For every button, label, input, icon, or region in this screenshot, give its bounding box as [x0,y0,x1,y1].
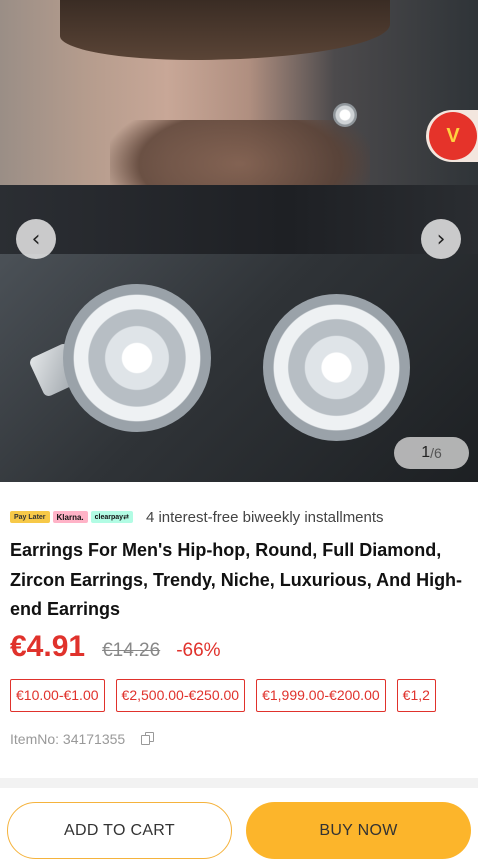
store-logo-icon: V [429,112,477,160]
gallery-next-button[interactable]: › [421,219,461,259]
original-price: €14.26 [102,640,161,661]
earring-on-ear [333,103,357,127]
coupon[interactable]: €10.00-€1.00 [10,679,105,712]
gallery-prev-button[interactable]: ‹ [16,219,56,259]
installment-text: 4 interest-free biweekly installments [145,508,384,526]
gallery-current-page: 1 [421,444,431,461]
section-divider [0,778,478,788]
item-number: ItemNo: 34171355 [10,731,126,747]
coupon[interactable]: €1,999.00-€200.00 [256,679,386,712]
clearpay-logo: clearpay⇄ [90,511,133,523]
copy-icon[interactable] [141,732,155,746]
product-photo-model [0,0,478,254]
gallery-total-pages: /6 [430,445,442,461]
sale-price: €4.91 [10,630,86,663]
coupon[interactable]: €2,500.00-€250.00 [115,679,246,712]
add-to-cart-button[interactable]: ADD TO CART [7,802,232,859]
earring-right [263,294,410,441]
item-number-row: ItemNo: 34171355 [10,731,155,747]
chevron-right-icon: › [436,226,446,252]
product-title: Earrings For Men's Hip-hop, Round, Full … [10,540,463,619]
discount-badge: -66% [176,640,221,661]
coupon[interactable]: €1,2 [396,679,436,712]
installment-row[interactable]: Pay Later Klarna. clearpay⇄ 4 interest-f… [10,508,384,526]
price-row: €4.91 €14.26 -66% [10,630,221,664]
earring-left [63,284,211,432]
store-badge[interactable]: V [426,110,478,162]
product-image-gallery[interactable]: ‹ › V 1/6 [0,0,478,482]
product-info: Pay Later Klarna. clearpay⇄ 4 interest-f… [0,482,478,778]
bottom-action-bar: ADD TO CART BUY NOW [0,792,478,864]
klarna-logo: Klarna. [52,511,88,523]
chevron-left-icon: ‹ [31,226,41,252]
paylater-logo: Pay Later [10,511,50,523]
buy-now-button[interactable]: BUY NOW [246,802,471,859]
gallery-page-counter: 1/6 [394,437,469,469]
coupon-list[interactable]: €10.00-€1.00 €2,500.00-€250.00 €1,999.00-€… [10,679,478,713]
